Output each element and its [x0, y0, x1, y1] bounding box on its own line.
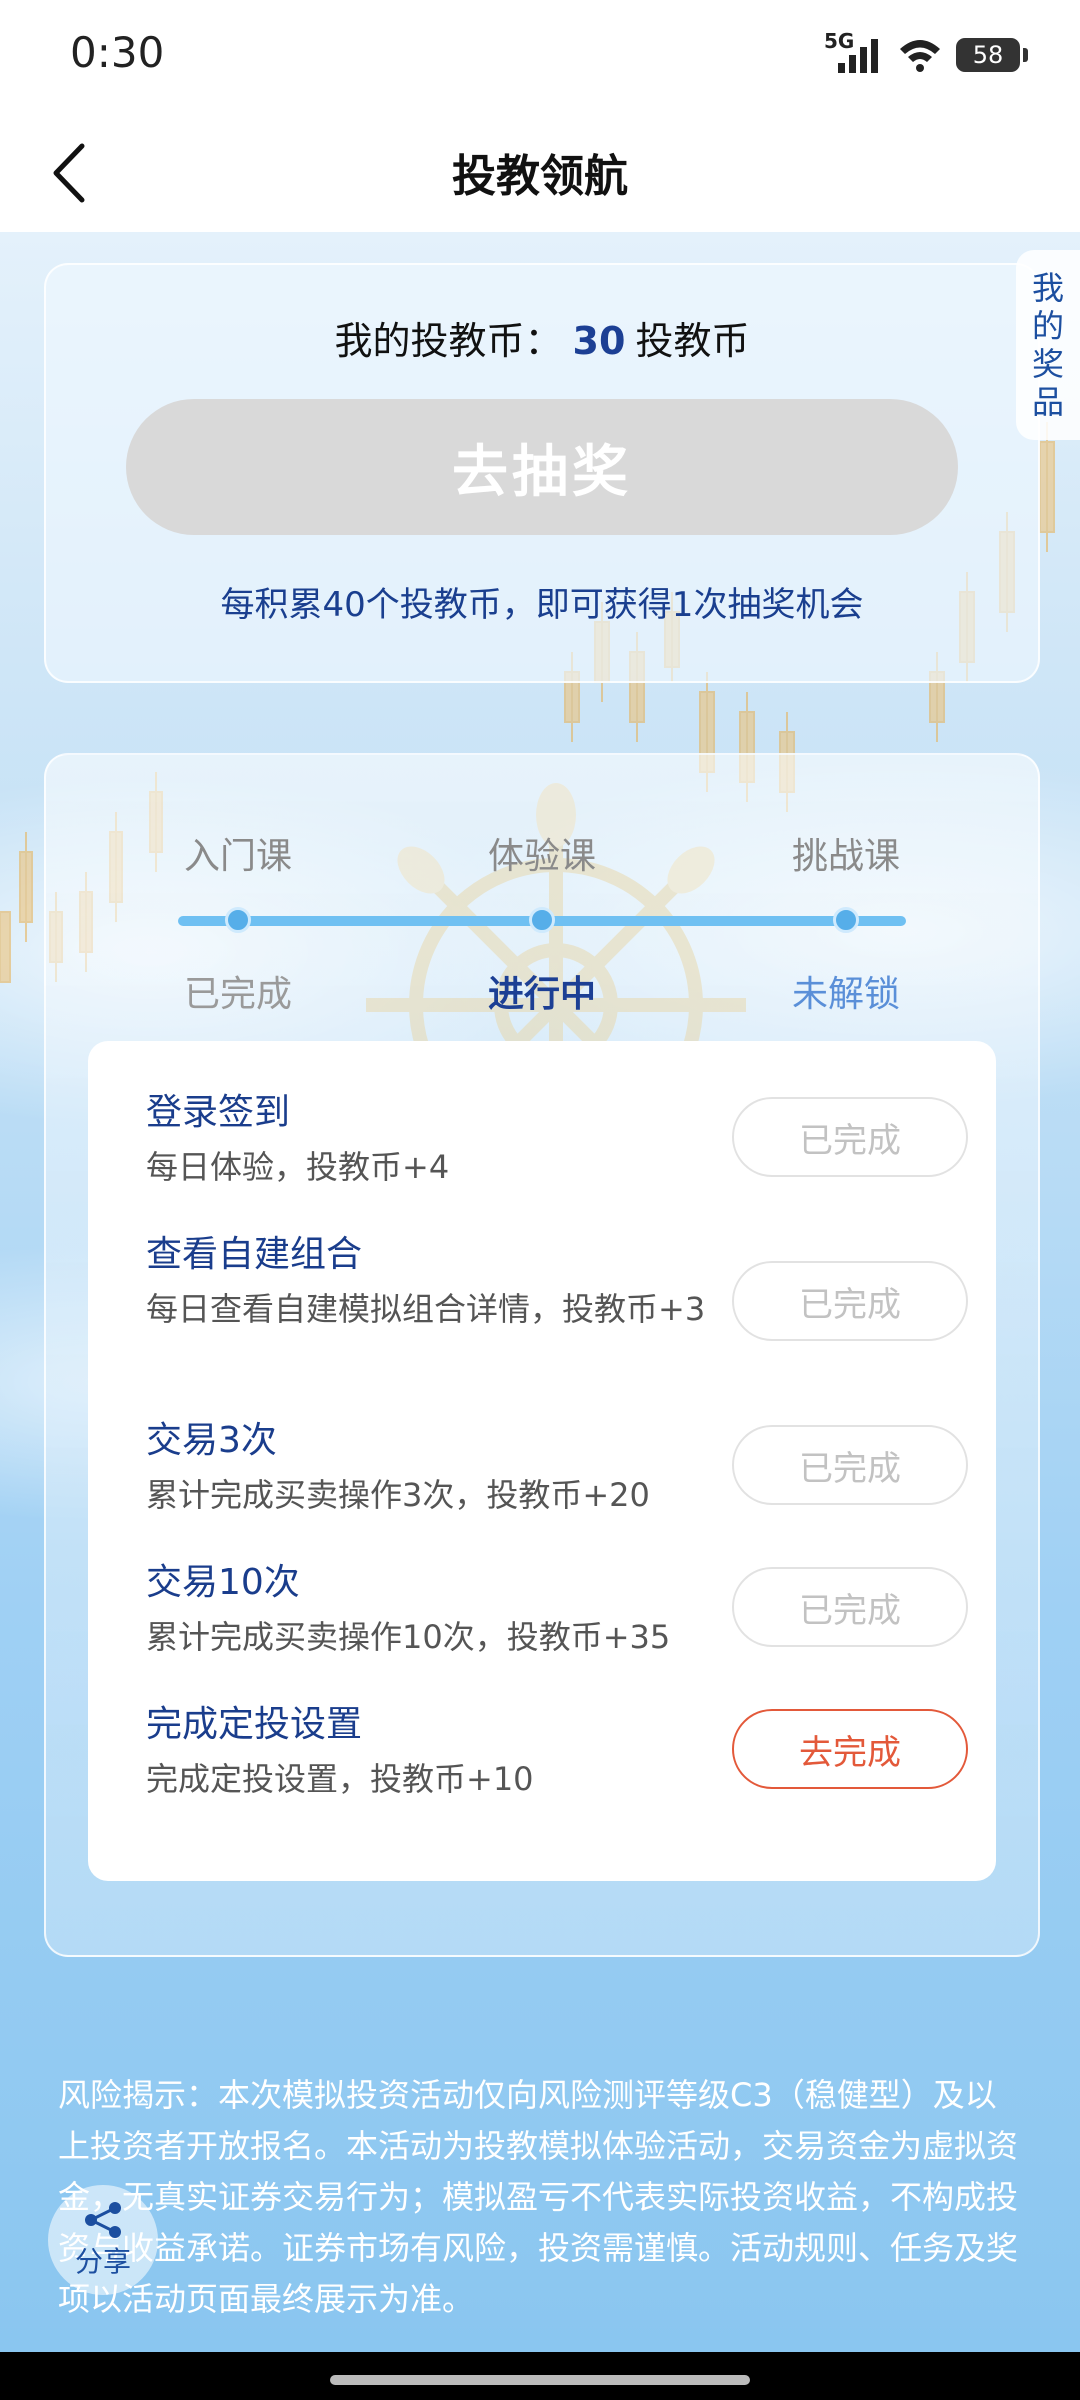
course-progress-card: 入门课 体验课 挑战课 已完成 进行中 未解锁 登录签到 每日体验，投教币+4 … [44, 753, 1040, 1957]
task-view-portfolio-button[interactable]: 已完成 [732, 1261, 968, 1341]
task-desc: 累计完成买卖操作10次，投教币+35 [146, 1618, 671, 1656]
battery-level: 58 [972, 41, 1004, 69]
cellular-signal-icon: 5G [824, 29, 884, 75]
stage-name-intro: 入门课 [183, 836, 292, 877]
task-trade-3-button[interactable]: 已完成 [732, 1425, 968, 1505]
stage-status-intro: 已完成 [183, 974, 292, 1015]
task-trade-10-button[interactable]: 已完成 [732, 1567, 968, 1647]
coin-card: 我的投教币： 30 投教币 去抽奖 每积累40个投教币，即可获得1次抽奖机会 [44, 263, 1040, 683]
share-label: 分享 [74, 2245, 131, 2278]
task-desc: 每日体验，投教币+4 [146, 1148, 450, 1186]
nav-bar: 投教领航 [0, 110, 1080, 232]
stage-dot-intro [225, 907, 251, 933]
task-login-checkin-button[interactable]: 已完成 [732, 1097, 968, 1177]
wifi-icon [900, 40, 940, 72]
share-button[interactable]: 分享 [48, 2185, 158, 2295]
stage-name-challenge: 挑战课 [791, 836, 900, 877]
home-indicator[interactable] [330, 2375, 750, 2385]
coin-balance-unit: 投教币 [635, 319, 750, 363]
task-desc: 完成定投设置，投教币+10 [146, 1760, 534, 1798]
coin-balance-label: 我的投教币： [334, 319, 563, 363]
share-icon [85, 2202, 121, 2238]
stage-status-challenge: 未解锁 [791, 974, 900, 1015]
page-title: 投教领航 [452, 151, 628, 202]
battery-icon: 58 [956, 38, 1028, 72]
status-bar: 0:30 5G 58 [0, 0, 1080, 110]
status-time: 0:30 [70, 28, 165, 77]
coin-balance-value: 30 [572, 319, 626, 363]
lottery-tip: 每积累40个投教币，即可获得1次抽奖机会 [220, 585, 864, 625]
task-desc: 累计完成买卖操作3次，投教币+20 [146, 1476, 650, 1514]
stage-dot-experience [529, 907, 555, 933]
task-desc: 每日查看自建模拟组合详情，投教币+3 [146, 1290, 706, 1328]
risk-disclosure: 风险揭示：本次模拟投资活动仅向风险测评等级C3（稳健型）及以上投资者开放报名。本… [58, 2076, 1019, 2318]
stage-dot-challenge [833, 907, 859, 933]
status-icons: 5G 58 [824, 29, 1028, 80]
stage-status-experience: 进行中 [487, 974, 596, 1015]
my-prizes-tab[interactable]: 我的奖品 [1016, 250, 1080, 440]
task-auto-invest-button[interactable]: 去完成 [732, 1709, 968, 1789]
draw-lottery-button[interactable]: 去抽奖 [126, 399, 958, 535]
coin-balance: 我的投教币： 30 投教币 [46, 310, 1038, 365]
task-list: 登录签到 每日体验，投教币+4 已完成 查看自建组合 每日查看自建模拟组合详情，… [88, 1041, 996, 1881]
stage-name-experience: 体验课 [487, 836, 596, 877]
